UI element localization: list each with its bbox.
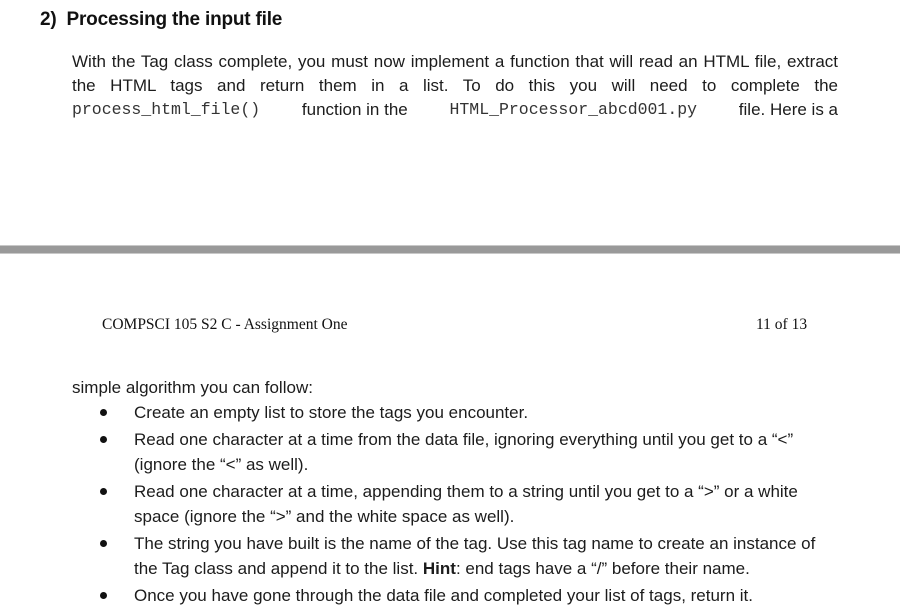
list-item-text: Read one character at a time, appending … [134,481,798,527]
section-title: Processing the input file [66,9,283,30]
hint-label: Hint [422,559,456,578]
algorithm-intro: simple algorithm you can follow: [72,378,313,397]
bullet-icon [100,539,107,547]
paragraph-line-2-text: the HTML tags and return them in a list.… [72,76,838,95]
list-item: The string you have built is the name of… [100,531,840,582]
code-function-name: process_html_file() [72,100,261,119]
page-footer-course: COMPSCI 105 S2 C - Assignment One [102,316,348,333]
bullet-icon [100,409,107,416]
paragraph-line-3-text-a: function in the [301,100,408,119]
list-item-text: Create an empty list to store the tags y… [134,403,529,422]
list-item: Read one character at a time from the da… [100,427,840,478]
paragraph-line-2: the HTML tags and return them in a list.… [72,74,838,98]
bullet-icon [100,591,107,599]
bullet-icon [100,435,107,443]
paragraph-line-1: With the Tag class complete, you must no… [72,52,838,71]
list-item-text: Once you have gone through the data file… [134,585,753,605]
list-item: Once you have gone through the data file… [100,583,840,609]
algorithm-steps-list: Create an empty list to store the tags y… [100,400,840,608]
list-item-text: Read one character at a time from the da… [134,429,794,475]
page-footer-page-indicator: 11 of 13 [756,316,808,333]
code-file-name: HTML_Processor_abcd001.py [449,100,698,119]
intro-paragraph: With the Tag class complete, you must no… [72,50,838,122]
list-item: Create an empty list to store the tags y… [100,400,840,426]
paragraph-line-3-text-b: file. Here is a [738,100,838,119]
section-heading: 2) Processing the input file [40,9,282,31]
list-item: Read one character at a time, appending … [100,479,840,530]
bullet-icon [100,487,107,495]
paragraph-line-3: process_html_file() function in the HTML… [72,98,838,122]
page-break-divider [0,245,900,254]
section-number: 2) [40,9,57,30]
list-item-text-after-hint: : end tags have a “/” before their name. [455,559,750,578]
